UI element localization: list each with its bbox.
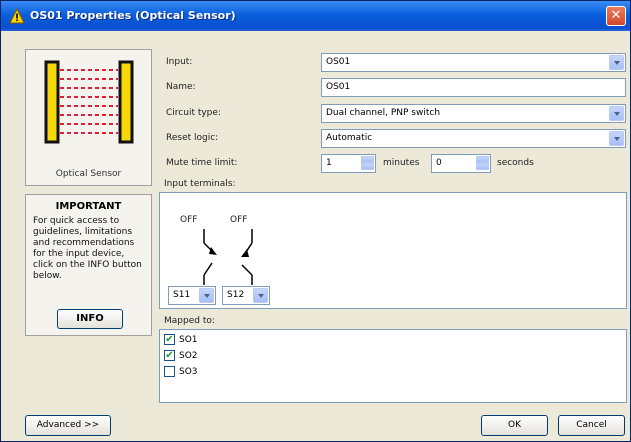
mute-seconds-value: 0	[436, 158, 442, 168]
window-title: OS01 Properties (Optical Sensor)	[30, 9, 236, 22]
input-terminals-panel: OFF OFF S11 S12	[159, 192, 627, 309]
important-panel: IMPORTANT For quick access to guidelines…	[25, 194, 152, 336]
spinner-icon[interactable]	[361, 156, 374, 171]
properties-dialog: OS01 Properties (Optical Sensor) ✕ Optic…	[0, 0, 631, 442]
mute-minutes-stepper[interactable]: 1	[321, 154, 376, 173]
seconds-label: seconds	[497, 158, 534, 168]
reset-logic-select[interactable]: Automatic	[321, 129, 626, 148]
important-text: For quick access to guidelines, limitati…	[33, 216, 142, 281]
reset-logic-value: Automatic	[326, 133, 373, 143]
mapped-to-label: Mapped to:	[164, 316, 215, 326]
title-bar[interactable]: OS01 Properties (Optical Sensor) ✕	[1, 1, 630, 31]
name-value: OS01	[326, 82, 351, 92]
chevron-down-icon[interactable]	[609, 55, 624, 70]
checkbox-checked-icon[interactable]: ✔	[164, 350, 175, 361]
checkbox-unchecked-icon[interactable]	[164, 366, 175, 377]
important-title: IMPORTANT	[55, 201, 122, 212]
advanced-button[interactable]: Advanced >>	[25, 415, 111, 436]
close-icon: ✕	[610, 8, 622, 23]
spinner-icon[interactable]	[476, 156, 489, 171]
mapped-to-list: ✔ SO1 ✔ SO2 SO3	[159, 329, 627, 403]
chevron-down-icon[interactable]	[609, 106, 624, 121]
list-item[interactable]: ✔ SO1	[164, 334, 198, 345]
chevron-down-icon[interactable]	[253, 288, 268, 303]
input-select[interactable]: OS01	[321, 53, 626, 72]
input-label: Input:	[166, 57, 193, 67]
chevron-down-icon[interactable]	[199, 288, 214, 303]
optical-sensor-icon	[44, 60, 134, 144]
switch-icon	[203, 229, 253, 285]
circuit-type-label: Circuit type:	[166, 108, 221, 118]
input-terminals-label: Input terminals:	[164, 179, 236, 189]
list-item[interactable]: SO3	[164, 366, 198, 377]
input-value: OS01	[326, 57, 351, 67]
close-button[interactable]: ✕	[606, 6, 626, 26]
output-label: SO1	[179, 335, 198, 345]
info-button[interactable]: INFO	[57, 309, 123, 329]
name-field[interactable]: OS01	[321, 78, 626, 97]
minutes-label: minutes	[383, 158, 420, 168]
terminal-1-value: S11	[173, 290, 191, 300]
warning-icon	[9, 8, 25, 24]
circuit-type-select[interactable]: Dual channel, PNP switch	[321, 104, 626, 123]
chevron-down-icon[interactable]	[609, 131, 624, 146]
terminal-2-state: OFF	[230, 215, 248, 225]
name-label: Name:	[166, 82, 196, 92]
checkbox-checked-icon[interactable]: ✔	[164, 334, 175, 345]
ok-button[interactable]: OK	[481, 415, 548, 436]
device-caption: Optical Sensor	[55, 169, 122, 179]
device-image-panel: Optical Sensor	[25, 49, 152, 186]
output-label: SO2	[179, 351, 198, 361]
terminal-2-select[interactable]: S12	[222, 286, 270, 305]
reset-logic-label: Reset logic:	[166, 133, 219, 143]
output-label: SO3	[179, 367, 198, 377]
mute-minutes-value: 1	[326, 158, 332, 168]
terminal-1-state: OFF	[180, 215, 198, 225]
terminal-2-value: S12	[227, 290, 245, 300]
circuit-type-value: Dual channel, PNP switch	[326, 108, 441, 118]
cancel-button[interactable]: Cancel	[558, 415, 625, 436]
terminal-1-select[interactable]: S11	[168, 286, 216, 305]
list-item[interactable]: ✔ SO2	[164, 350, 198, 361]
mute-time-label: Mute time limit:	[166, 158, 238, 168]
mute-seconds-stepper[interactable]: 0	[431, 154, 491, 173]
